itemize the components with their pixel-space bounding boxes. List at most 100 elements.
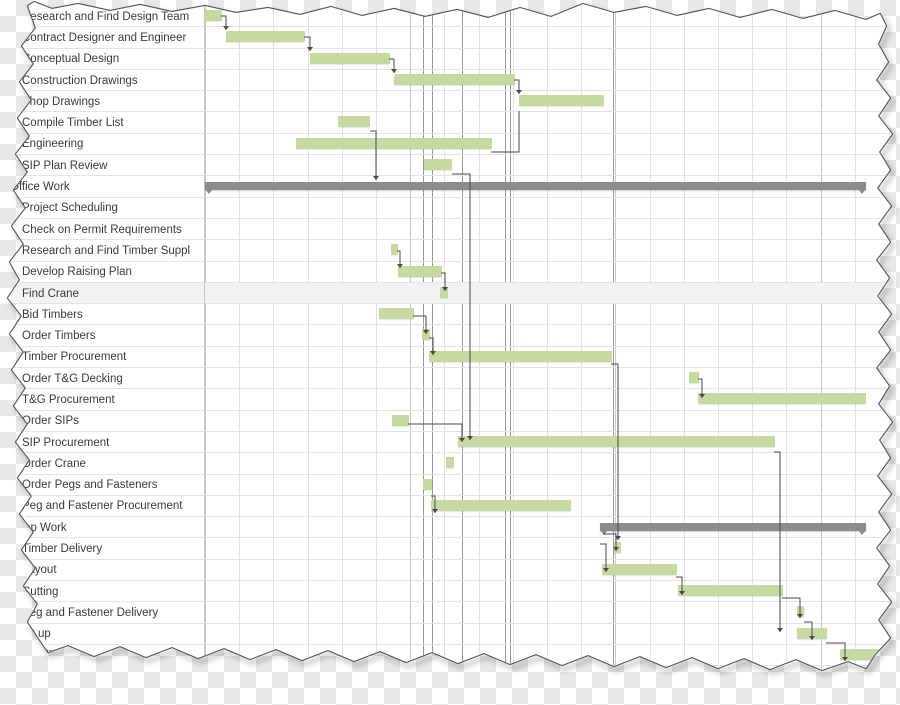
gantt-row[interactable]: Develop Raising Plan — [0, 262, 900, 283]
task-name-cell[interactable]: Peg and Fastener Procurement — [0, 496, 205, 517]
task-name-cell[interactable]: Timber Delivery — [0, 538, 205, 559]
task-name-cell[interactable]: Layout — [0, 560, 205, 581]
task-bar[interactable] — [310, 53, 390, 64]
gantt-row[interactable]: Order SIPs — [0, 411, 900, 432]
task-name-cell[interactable]: Conceptual Design — [0, 49, 205, 70]
gantt-row[interactable]: Order Timbers — [0, 325, 900, 346]
task-bar[interactable] — [391, 244, 398, 255]
task-bar[interactable] — [840, 649, 880, 660]
gantt-row[interactable]: Timber Procurement — [0, 347, 900, 368]
task-label: Conceptual Design — [22, 53, 120, 66]
gantt-row[interactable]: Contract Designer and Engineer — [0, 27, 900, 48]
task-bar[interactable] — [423, 479, 432, 490]
task-name-cell[interactable]: SIP Procurement — [0, 432, 205, 453]
gantt-row[interactable]: Peg and Fastener Delivery — [0, 602, 900, 623]
task-bar[interactable] — [602, 564, 677, 575]
task-bar[interactable] — [379, 308, 414, 319]
gantt-row[interactable]: Layout — [0, 560, 900, 581]
task-bar[interactable] — [458, 436, 775, 447]
task-bar[interactable] — [205, 10, 222, 21]
gantt-row[interactable]: Bid Timbers — [0, 304, 900, 325]
task-bar[interactable] — [689, 372, 699, 383]
gantt-row[interactable]: Order Pegs and Fasteners — [0, 475, 900, 496]
gantt-row[interactable]: Cutting — [0, 581, 900, 602]
gantt-row[interactable]: SIP Procurement — [0, 432, 900, 453]
gantt-row[interactable]: - Office Work — [0, 176, 900, 197]
gantt-row[interactable]: Conceptual Design — [0, 49, 900, 70]
task-name-cell[interactable]: Order SIPs — [0, 411, 205, 432]
task-name-cell[interactable]: Shop Drawings — [0, 91, 205, 112]
summary-bar[interactable] — [600, 523, 866, 531]
task-name-cell[interactable]: Peg and Fastener Delivery — [0, 602, 205, 623]
gantt-row[interactable]: Construction Drawings — [0, 70, 900, 91]
task-name-cell[interactable]: Research and Find Timber Suppl — [0, 240, 205, 261]
task-name-cell[interactable]: Find Crane — [0, 283, 205, 304]
gantt-row[interactable]: Sanding — [0, 645, 900, 666]
gantt-row[interactable]: Engineering — [0, 134, 900, 155]
task-bar[interactable] — [392, 415, 409, 426]
gantt-paper-sheet: Research and Find Design Team Contract De… — [0, 0, 900, 700]
task-name-cell[interactable]: T&G Procurement — [0, 389, 205, 410]
gantt-row[interactable]: Project Scheduling — [0, 198, 900, 219]
gantt-row[interactable]: Order T&G Decking — [0, 368, 900, 389]
task-name-cell[interactable]: Construction Drawings — [0, 70, 205, 91]
task-label: Order T&G Decking — [22, 372, 123, 385]
task-bar[interactable] — [394, 74, 515, 85]
task-name-cell[interactable]: - Office Work — [0, 176, 205, 197]
task-name-cell[interactable]: Cutting — [0, 581, 205, 602]
gantt-row[interactable]: T&G Procurement — [0, 389, 900, 410]
gantt-row[interactable]: Shop Drawings — [0, 91, 900, 112]
task-label: Cutting — [22, 585, 59, 598]
gantt-row[interactable]: Order Crane — [0, 453, 900, 474]
task-bar[interactable] — [296, 138, 492, 149]
gantt-row[interactable]: SIP Plan Review — [0, 155, 900, 176]
task-name-cell[interactable]: Order Pegs and Fasteners — [0, 475, 205, 496]
collapse-toggle-icon[interactable]: - — [0, 522, 11, 533]
task-name-cell[interactable]: Check on Permit Requirements — [0, 219, 205, 240]
gantt-row[interactable]: Peg and Fastener Procurement — [0, 496, 900, 517]
task-name-cell[interactable]: Engineering — [0, 134, 205, 155]
gantt-row[interactable]: - Shop Work — [0, 517, 900, 538]
task-bar[interactable] — [519, 95, 604, 106]
gantt-row[interactable]: Find Crane — [0, 283, 900, 304]
task-name-cell[interactable]: - Shop Work — [0, 517, 205, 538]
task-bar[interactable] — [446, 457, 454, 468]
task-label: Shop Work — [10, 521, 67, 534]
task-bar[interactable] — [422, 329, 430, 340]
task-bar[interactable] — [797, 606, 804, 617]
task-name-cell[interactable]: Order Timbers — [0, 325, 205, 346]
task-name-cell[interactable]: Fit up — [0, 624, 205, 645]
task-bar[interactable] — [338, 116, 370, 127]
task-bar[interactable] — [614, 542, 621, 553]
task-name-cell[interactable]: Research and Find Design Team — [0, 6, 205, 27]
task-bar[interactable] — [698, 393, 866, 404]
task-name-cell[interactable]: SIP Plan Review — [0, 155, 205, 176]
collapse-toggle-icon[interactable]: - — [0, 182, 11, 193]
gantt-row[interactable]: Compile Timber List — [0, 112, 900, 133]
task-name-cell[interactable]: Contract Designer and Engineer — [0, 27, 205, 48]
gantt-row[interactable]: Fit up — [0, 624, 900, 645]
summary-bar[interactable] — [205, 182, 866, 190]
task-bar[interactable] — [429, 351, 612, 362]
task-name-cell[interactable]: Sanding — [0, 645, 205, 666]
gantt-rows-container: Research and Find Design Team Contract De… — [0, 6, 900, 666]
gantt-row[interactable]: Timber Delivery — [0, 538, 900, 559]
task-name-cell[interactable]: Timber Procurement — [0, 347, 205, 368]
task-bar[interactable] — [678, 585, 783, 596]
task-bar[interactable] — [424, 159, 452, 170]
task-name-cell[interactable]: Order Crane — [0, 453, 205, 474]
task-name-cell[interactable]: Project Scheduling — [0, 198, 205, 219]
task-bar[interactable] — [398, 266, 442, 277]
task-name-cell[interactable]: Order T&G Decking — [0, 368, 205, 389]
task-name-cell[interactable]: Develop Raising Plan — [0, 262, 205, 283]
task-name-cell[interactable]: Bid Timbers — [0, 304, 205, 325]
gantt-row[interactable]: Research and Find Design Team — [0, 6, 900, 27]
gantt-row[interactable]: Research and Find Timber Suppl — [0, 240, 900, 261]
task-bar[interactable] — [226, 31, 305, 42]
task-bar[interactable] — [797, 628, 827, 639]
task-label: Project Scheduling — [22, 202, 118, 215]
task-name-cell[interactable]: Compile Timber List — [0, 112, 205, 133]
gantt-row[interactable]: Check on Permit Requirements — [0, 219, 900, 240]
task-bar[interactable] — [431, 500, 571, 511]
task-bar[interactable] — [440, 287, 448, 298]
